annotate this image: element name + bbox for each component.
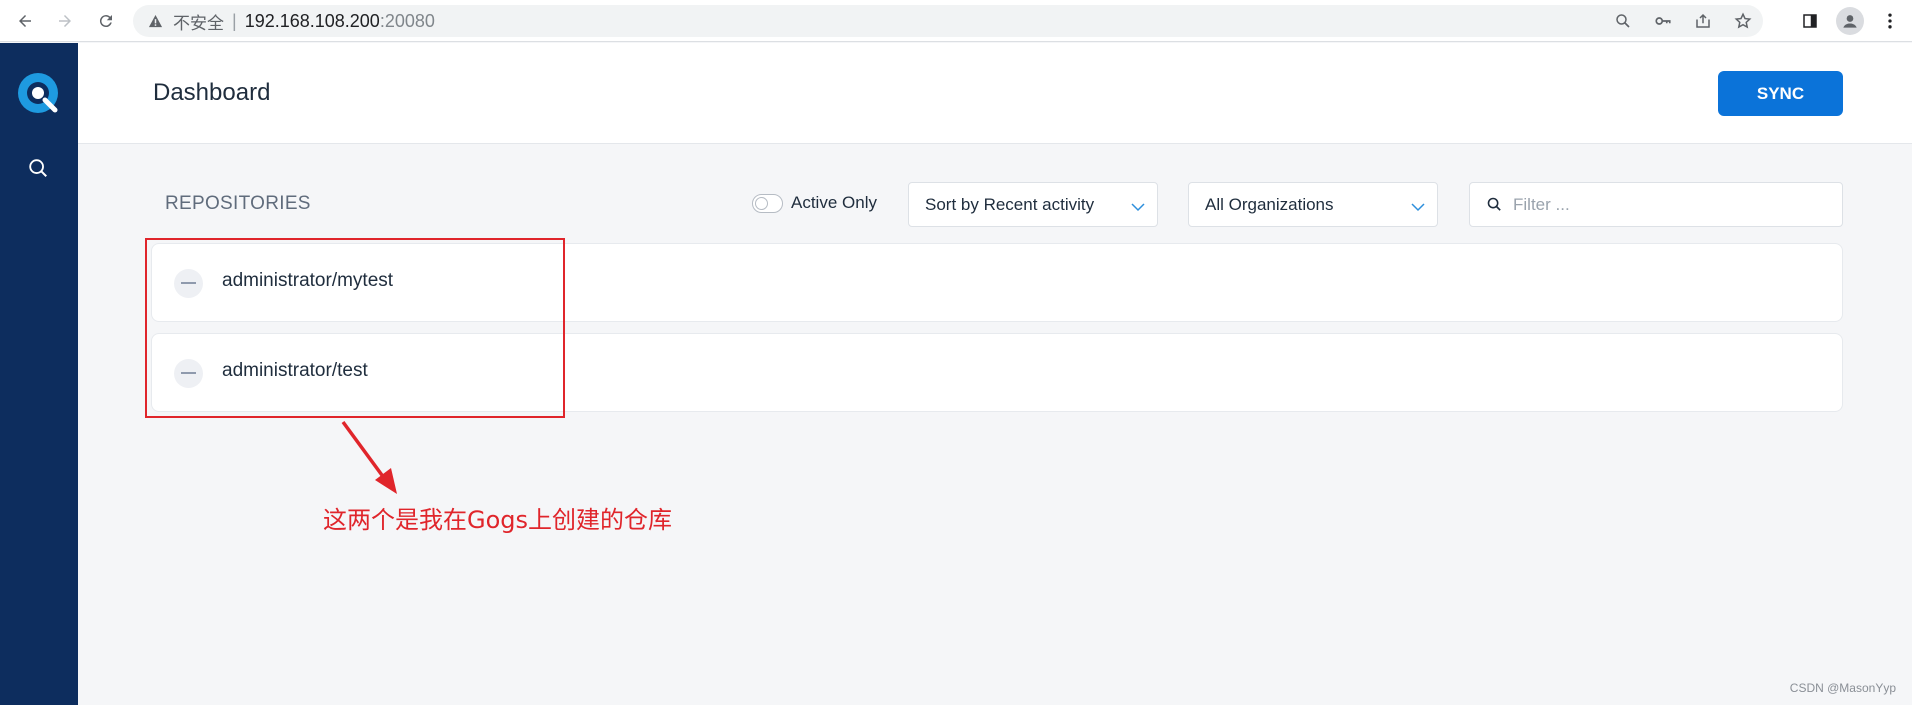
watermark: CSDN @MasonYyp: [1789, 681, 1896, 695]
filter-box: [1469, 182, 1843, 227]
page-header: Dashboard SYNC: [78, 43, 1912, 144]
address-bar[interactable]: 不安全 | 192.168.108.200:20080: [133, 5, 1763, 37]
bookmark-star-icon[interactable]: [1723, 5, 1763, 37]
back-icon[interactable]: [13, 9, 37, 33]
annotation-arrow-icon: [341, 420, 397, 494]
url-host: 192.168.108.200: [244, 10, 380, 31]
sidebar: [0, 43, 78, 705]
sync-button[interactable]: SYNC: [1718, 71, 1843, 116]
zoom-icon[interactable]: [1603, 5, 1643, 37]
page-title: Dashboard: [153, 79, 271, 106]
sort-select[interactable]: Sort by Recent activity: [908, 182, 1158, 227]
organization-select-value: All Organizations: [1205, 194, 1334, 214]
side-panel-icon[interactable]: [1796, 7, 1824, 35]
browser-toolbar: 不安全 | 192.168.108.200:20080: [0, 0, 1912, 42]
active-only-toggle[interactable]: [752, 194, 783, 213]
security-label: 不安全: [173, 13, 224, 34]
chevron-down-icon: [1131, 203, 1145, 212]
filter-input[interactable]: [1513, 194, 1813, 215]
chevron-down-icon: [1411, 203, 1425, 212]
drone-logo-icon[interactable]: [17, 72, 59, 114]
share-icon[interactable]: [1683, 5, 1723, 37]
repositories-heading: REPOSITORIES: [165, 193, 311, 214]
warning-icon[interactable]: [147, 13, 163, 29]
organization-select[interactable]: All Organizations: [1188, 182, 1438, 227]
annotation-text: 这两个是我在Gogs上创建的仓库: [323, 506, 673, 534]
omnibox-actions: [1603, 5, 1763, 37]
url-separator: |: [232, 10, 237, 31]
reload-icon[interactable]: [94, 9, 118, 33]
key-icon[interactable]: [1643, 5, 1683, 37]
forward-icon[interactable]: [53, 9, 77, 33]
filter-search-icon: [1485, 196, 1503, 214]
annotation-highlight-box: [145, 238, 565, 418]
search-icon[interactable]: [26, 156, 50, 180]
profile-avatar-icon[interactable]: [1836, 7, 1864, 35]
url-port: :20080: [379, 10, 435, 31]
menu-kebab-icon[interactable]: [1876, 7, 1904, 35]
active-only-label: Active Only: [791, 193, 877, 212]
toggle-knob: [755, 197, 768, 210]
sort-select-value: Sort by Recent activity: [925, 194, 1095, 214]
